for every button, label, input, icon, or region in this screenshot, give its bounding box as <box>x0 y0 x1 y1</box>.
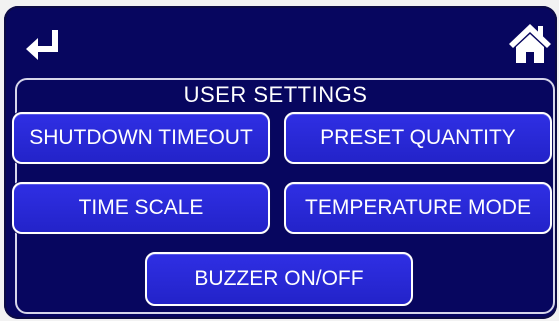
preset-quantity-button[interactable]: PRESET QUANTITY <box>284 112 552 164</box>
home-icon <box>509 24 551 63</box>
buzzer-toggle-button[interactable]: BUZZER ON/OFF <box>145 252 413 306</box>
panel-title: USER SETTINGS <box>183 82 368 107</box>
back-button[interactable] <box>22 26 64 68</box>
time-scale-button[interactable]: TIME SCALE <box>12 182 270 234</box>
shutdown-timeout-button[interactable]: SHUTDOWN TIMEOUT <box>12 112 270 164</box>
return-arrow-icon <box>26 30 58 60</box>
home-button[interactable] <box>507 20 553 66</box>
temperature-mode-button[interactable]: TEMPERATURE MODE <box>284 182 552 234</box>
